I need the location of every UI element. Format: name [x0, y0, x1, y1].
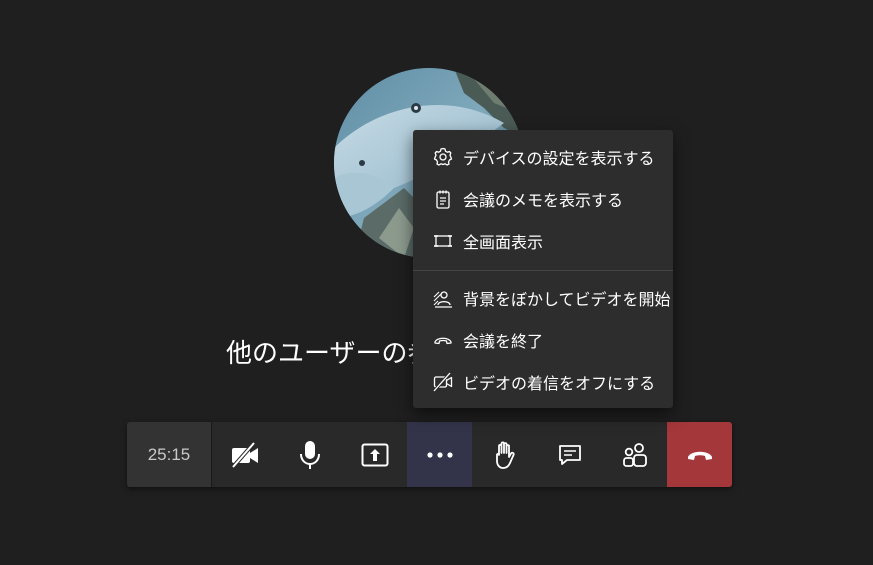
- camera-off-button[interactable]: [212, 422, 277, 487]
- raise-hand-button[interactable]: [472, 422, 537, 487]
- call-toolbar: 25:15: [127, 422, 732, 487]
- notepad-icon: [433, 189, 453, 209]
- menu-item-label: デバイスの設定を表示する: [463, 149, 655, 168]
- more-actions-menu: デバイスの設定を表示する 会議のメモを表示する 全画面表示 背景をぼかしてビデオ…: [413, 130, 673, 408]
- fullscreen-icon: [433, 231, 453, 251]
- microphone-icon: [298, 440, 322, 470]
- menu-item-label: 会議のメモを表示する: [463, 191, 624, 210]
- call-timer: 25:15: [127, 422, 212, 487]
- end-call-icon: [433, 330, 453, 350]
- participants-icon: [622, 442, 648, 468]
- menu-divider: [413, 270, 673, 271]
- menu-item-label: 会議を終了: [463, 332, 544, 351]
- menu-item-end-meeting[interactable]: 会議を終了: [413, 319, 673, 361]
- menu-item-label: ビデオの着信をオフにする: [463, 374, 656, 393]
- share-screen-icon: [361, 443, 389, 467]
- hand-icon: [493, 440, 517, 469]
- hang-up-button[interactable]: [667, 422, 732, 487]
- more-actions-button[interactable]: [407, 422, 472, 487]
- menu-item-label: 背景をぼかしてビデオを開始: [463, 290, 671, 309]
- share-screen-button[interactable]: [342, 422, 407, 487]
- more-dots-icon: [426, 451, 454, 458]
- menu-item-blur-background[interactable]: 背景をぼかしてビデオを開始: [413, 277, 673, 319]
- menu-item-label: 全画面表示: [463, 233, 544, 252]
- gear-icon: [433, 147, 453, 167]
- chat-button[interactable]: [537, 422, 602, 487]
- menu-item-meeting-notes[interactable]: 会議のメモを表示する: [413, 178, 673, 220]
- call-stage: 他のユーザーの参 25:15 デバイスの設定を表示する 会議のメモを表示する 全…: [0, 0, 873, 565]
- menu-item-turn-off-incoming-video[interactable]: ビデオの着信をオフにする: [413, 361, 673, 403]
- microphone-button[interactable]: [277, 422, 342, 487]
- video-off-icon: [433, 372, 453, 392]
- menu-item-device-settings[interactable]: デバイスの設定を表示する: [413, 136, 673, 178]
- waiting-message: 他のユーザーの参: [226, 339, 434, 369]
- video-off-icon: [230, 441, 260, 468]
- participants-button[interactable]: [602, 422, 667, 487]
- phone-hangup-icon: [686, 448, 714, 462]
- blur-background-icon: [433, 288, 453, 308]
- menu-item-fullscreen[interactable]: 全画面表示: [413, 220, 673, 262]
- chat-icon: [558, 443, 582, 467]
